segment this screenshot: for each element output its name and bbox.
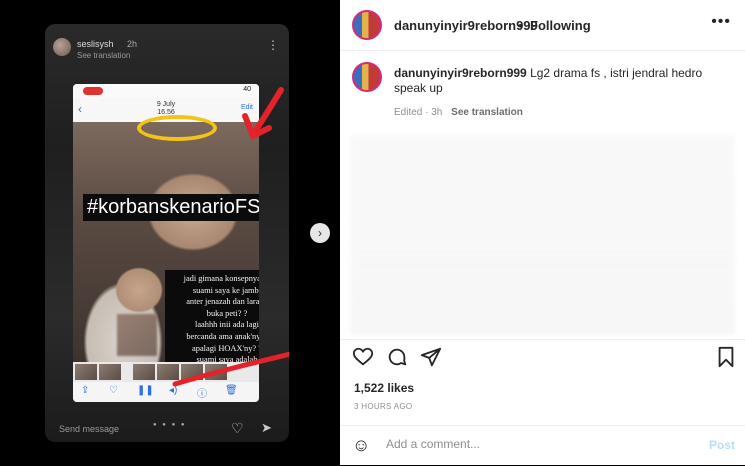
post-comment-button[interactable]: Post [709, 438, 735, 452]
story-more-icon: ⋮ [267, 38, 279, 52]
story-screenshot: seslisysh 2h See translation ⋮ 40 ‹ 9 Ju… [45, 24, 289, 442]
video-frame: #korbanskenarioFS jadi gimana konsepnya?… [73, 122, 259, 402]
story-footer: Send message ● ● ● ● ♡ ➤ [45, 420, 289, 442]
caption-username[interactable]: danunyinyir9reborn999 [394, 66, 527, 80]
post-timestamp: 3 HOURS AGO [354, 402, 413, 411]
pause-icon: ❚❚ [137, 385, 154, 396]
thumbnail [99, 364, 121, 380]
send-message-field: Send message [59, 424, 120, 434]
share-icon: ⇪ [81, 385, 90, 396]
author-avatar[interactable] [352, 10, 382, 40]
post-header: danunyinyir9reborn999 • Following ••• [340, 0, 745, 51]
phone-status-bar: 40 [73, 84, 259, 98]
yellow-circle-highlight [137, 115, 217, 141]
post-actions [340, 339, 745, 378]
comment-icon[interactable] [386, 346, 408, 368]
send-icon[interactable] [420, 346, 442, 368]
hashtag-overlay: #korbanskenarioFS [83, 194, 259, 221]
story-avatar [53, 38, 71, 56]
blurred-face [117, 314, 157, 356]
heart-icon: ♡ [109, 385, 118, 396]
post-caption: danunyinyir9reborn999 Lg2 drama fs , ist… [394, 66, 724, 96]
see-translation-link[interactable]: See translation [451, 107, 523, 118]
author-username[interactable]: danunyinyir9reborn999 [394, 18, 538, 33]
instagram-post-modal: seslisysh 2h See translation ⋮ 40 ‹ 9 Ju… [0, 0, 745, 465]
red-underline-annotation [172, 351, 289, 387]
separator-dot: • [518, 18, 523, 33]
heart-icon[interactable] [352, 346, 374, 368]
thumbnail [75, 364, 97, 380]
story-progress-dots: ● ● ● ● [153, 422, 187, 428]
recording-indicator [83, 87, 103, 95]
like-count[interactable]: 1,522 likes [354, 381, 414, 395]
edited-time: Edited · 3h [394, 107, 443, 118]
post-details-panel: danunyinyir9reborn999 • Following ••• da… [340, 0, 745, 465]
post-media: seslisysh 2h See translation ⋮ 40 ‹ 9 Ju… [0, 0, 340, 465]
photo-date-day: 9 July [156, 101, 176, 108]
story-time: 2h [127, 39, 138, 49]
bookmark-icon[interactable] [716, 346, 736, 368]
red-arrow-annotation [242, 87, 284, 139]
more-options-icon[interactable]: ••• [711, 13, 731, 31]
story-username: seslisysh [77, 39, 114, 49]
story-heart-icon: ♡ [231, 420, 244, 436]
caption-avatar[interactable] [352, 62, 382, 92]
comment-input[interactable] [384, 436, 688, 452]
following-button[interactable]: Following [530, 18, 591, 33]
story-send-icon: ➤ [261, 420, 272, 435]
next-media-button[interactable]: › [310, 223, 330, 243]
story-header: seslisysh 2h See translation ⋮ [53, 36, 281, 66]
caption-meta: Edited · 3h See translation [394, 107, 523, 118]
story-see-translation: See translation [77, 51, 131, 60]
comments-area [350, 135, 735, 335]
thumbnail [133, 364, 155, 380]
chevron-right-icon: › [318, 226, 322, 240]
emoji-icon[interactable]: ☺ [352, 435, 370, 456]
add-comment-bar: ☺ Post [340, 425, 745, 466]
